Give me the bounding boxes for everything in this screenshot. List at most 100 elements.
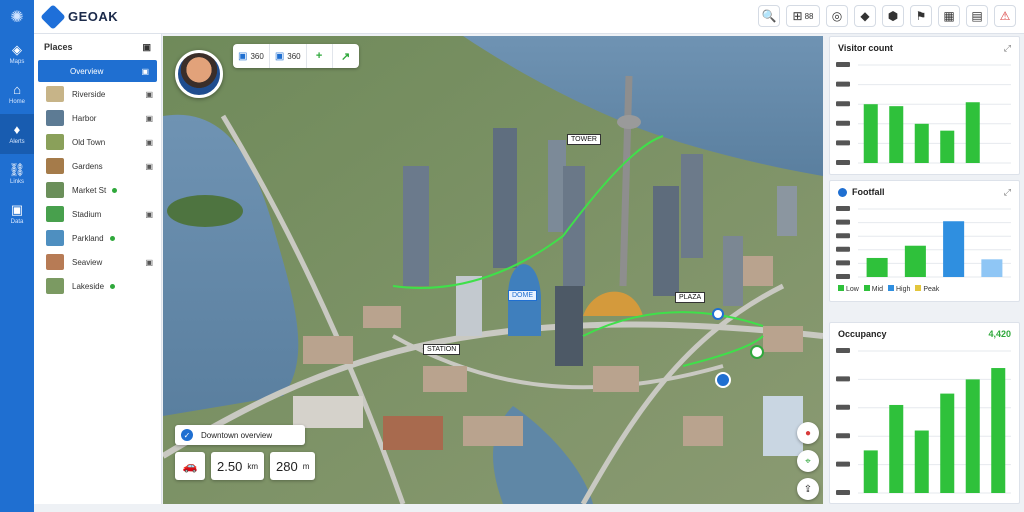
visitor-count-panel: Visitor count ⤢ xyxy=(829,36,1020,175)
legend-label: Mid xyxy=(871,286,884,293)
list-item[interactable]: Overview ▣ xyxy=(38,60,157,82)
places-panel-title: Places xyxy=(44,42,73,52)
grid-icon: ⊞ xyxy=(792,9,803,23)
list-item-label: Market St xyxy=(72,185,107,195)
map-view[interactable]: ▣ 360 ▣ 360 + ↗ TOWER DOME STATION PLAZA ✓ Do… xyxy=(163,36,823,504)
rail-item-label: Maps xyxy=(9,59,25,65)
route-tool-button[interactable]: ↗ xyxy=(333,44,359,68)
brand-logo-icon xyxy=(40,3,66,30)
app-window: ✺ ◈ Maps ⌂ Home ♦ Alerts ⛓ Links ▣ Data GEOAK 🔍 ⊞ 8… xyxy=(0,0,1024,512)
occupancy-total: 4,420 xyxy=(988,329,1011,339)
record-icon[interactable]: ● xyxy=(797,422,819,444)
expand-icon[interactable]: ⤢ xyxy=(1004,43,1011,54)
place-thumbnail xyxy=(46,206,64,222)
occupancy-panel: Occupancy 4,420 xyxy=(829,322,1020,504)
footfall-legend: Low Mid High Peak xyxy=(830,285,1019,293)
bell-button[interactable]: ◎ xyxy=(826,5,848,27)
pin-button[interactable]: ◆ xyxy=(854,5,876,27)
bar xyxy=(914,430,929,493)
item-menu-icon[interactable]: ▣ xyxy=(145,258,153,267)
footfall-chart xyxy=(836,206,1011,279)
brand[interactable]: GEOAK xyxy=(40,3,119,30)
calendar-icon: ▦ xyxy=(943,9,955,23)
place-thumbnail xyxy=(46,134,64,150)
tool-label: 360 xyxy=(287,51,301,61)
legend-swatch xyxy=(915,285,922,291)
bar xyxy=(889,106,904,163)
list-item[interactable]: Seaview ▣ xyxy=(34,250,161,274)
rail-item-links[interactable]: ⛓ Links xyxy=(0,154,34,194)
user-avatar[interactable] xyxy=(175,50,223,98)
search-button[interactable]: 🔍 xyxy=(758,5,780,27)
plaza-label[interactable]: PLAZA xyxy=(675,292,706,303)
item-menu-icon[interactable]: ▣ xyxy=(145,138,153,147)
document-button[interactable]: ▤ xyxy=(966,5,988,27)
list-item[interactable]: Lakeside xyxy=(34,274,161,298)
elevation-unit: m xyxy=(302,461,310,471)
list-item[interactable]: Gardens ▣ xyxy=(34,154,161,178)
rail-item-home[interactable]: ⌂ Home xyxy=(0,74,34,114)
station-label[interactable]: STATION xyxy=(423,344,461,355)
building-tool-button[interactable]: ▣ 360 xyxy=(270,44,307,68)
top-actions: 🔍 ⊞ 88 ◎ ◆ ⬢ ⚑ ▦ ▤ ⚠ xyxy=(758,5,1016,27)
list-item[interactable]: Old Town ▣ xyxy=(34,130,161,154)
panel-menu-icon[interactable]: ▣ xyxy=(142,42,151,53)
rail-item-data[interactable]: ▣ Data xyxy=(0,194,34,234)
legend-item: High xyxy=(888,285,910,293)
plus-tool-button[interactable]: + xyxy=(307,44,333,68)
item-menu-icon[interactable]: ▣ xyxy=(145,210,153,219)
item-menu-icon[interactable]: ▣ xyxy=(141,67,149,76)
location-pin-icon[interactable]: ⌖ xyxy=(797,450,819,472)
rail-item-label: Home xyxy=(8,99,25,105)
status-dot-icon xyxy=(109,235,115,241)
y-tick-mark xyxy=(836,274,850,279)
vehicle-icon[interactable]: 🚗 xyxy=(175,452,205,480)
legend-label: Peak xyxy=(923,286,940,293)
item-menu-icon[interactable]: ▣ xyxy=(145,162,153,171)
tower-label[interactable]: TOWER xyxy=(567,134,601,145)
list-item[interactable]: Riverside ▣ xyxy=(34,82,161,106)
location-search-bar[interactable]: ✓ Downtown overview xyxy=(175,425,305,445)
calendar-button[interactable]: ▦ xyxy=(938,5,960,27)
y-tick-mark xyxy=(836,101,850,107)
app-name: GEOAK xyxy=(68,9,119,24)
panel-header: Occupancy 4,420 xyxy=(830,323,1019,345)
panel-title: Occupancy xyxy=(838,329,887,339)
rail-item-alerts[interactable]: ♦ Alerts xyxy=(0,114,34,154)
places-panel-header: Places ▣ xyxy=(34,34,161,60)
share-icon[interactable]: ⇪ xyxy=(797,478,819,500)
list-item-label: Harbor xyxy=(72,113,97,123)
app-logo-icon: ✺ xyxy=(10,9,24,26)
list-item-label: Overview xyxy=(70,66,104,76)
home-icon: ⌂ xyxy=(13,82,21,97)
layers-tool-button[interactable]: ▣ 360 xyxy=(233,44,270,68)
grid-button[interactable]: ⊞ 88 xyxy=(786,5,820,27)
expand-icon[interactable]: ⤢ xyxy=(1004,187,1011,198)
distance-stat: 2.50 km xyxy=(211,452,264,480)
location-search-text: Downtown overview xyxy=(201,430,273,440)
alert-button[interactable]: ⚠ xyxy=(994,5,1016,27)
list-item-label: Old Town xyxy=(72,137,106,147)
rail-item-label: Alerts xyxy=(9,139,25,145)
live-indicator-icon xyxy=(838,188,847,198)
shield-button[interactable]: ⬢ xyxy=(882,5,904,27)
pin-icon: ◆ xyxy=(860,9,870,23)
list-item[interactable]: Market St xyxy=(34,178,161,202)
y-tick-mark xyxy=(836,233,850,239)
rail-item-maps[interactable]: ◈ Maps xyxy=(0,34,34,74)
legend-swatch xyxy=(863,285,870,291)
list-item[interactable]: Parkland xyxy=(34,226,161,250)
legend-item: Mid xyxy=(863,285,884,293)
list-item[interactable]: Stadium ▣ xyxy=(34,202,161,226)
bar xyxy=(904,245,926,277)
list-item[interactable]: Harbor ▣ xyxy=(34,106,161,130)
list-item-label: Seaview xyxy=(72,257,103,267)
dome-label[interactable]: DOME xyxy=(508,290,537,301)
distance-value: 2.50 xyxy=(217,458,243,474)
item-menu-icon[interactable]: ▣ xyxy=(145,90,153,99)
building-icon: ▣ xyxy=(274,50,285,62)
rail-item-label: Data xyxy=(10,219,24,225)
map-stats: 🚗 2.50 km 280 m xyxy=(175,452,316,480)
flag-button[interactable]: ⚑ xyxy=(910,5,932,27)
item-menu-icon[interactable]: ▣ xyxy=(145,114,153,123)
